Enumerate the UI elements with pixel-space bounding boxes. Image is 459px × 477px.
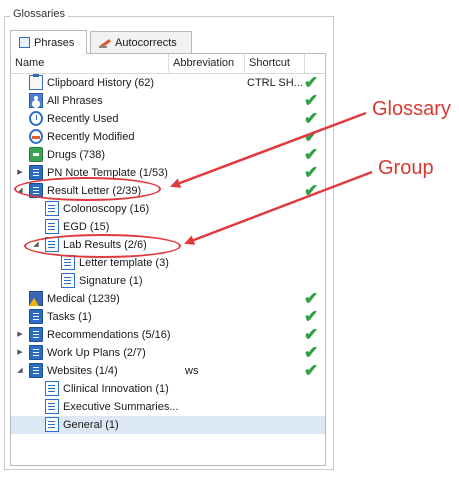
expand-arrow-icon[interactable]: ▶	[15, 164, 25, 182]
tree-row[interactable]: ▶ Work Up Plans (2/7) ✔	[11, 344, 325, 362]
group-icon	[45, 201, 59, 216]
expand-arrow-icon[interactable]: ▶	[15, 326, 25, 344]
clipboard-icon	[29, 74, 43, 90]
tree-row[interactable]: Medical (1239) ✔	[11, 290, 325, 308]
autocorrect-pencil-icon	[99, 37, 111, 49]
medical-warning-icon	[29, 291, 43, 306]
enabled-check-icon[interactable]: ✔	[304, 128, 318, 146]
enabled-check-icon[interactable]: ✔	[304, 362, 318, 380]
tab-autocorrects[interactable]: Autocorrects	[90, 31, 192, 53]
clock-icon	[29, 111, 43, 126]
glossary-icon	[29, 309, 43, 324]
enabled-check-icon[interactable]: ✔	[304, 308, 318, 326]
tree-row[interactable]: General (1)	[11, 416, 325, 434]
glossary-icon	[29, 327, 43, 342]
tree-row-label: Recently Modified	[47, 131, 135, 143]
enabled-check-icon[interactable]: ✔	[304, 344, 318, 362]
drugs-icon	[29, 147, 43, 162]
enabled-check-icon[interactable]: ✔	[304, 182, 318, 200]
glossary-highlight-ellipse	[14, 177, 161, 201]
enabled-check-icon[interactable]: ✔	[304, 92, 318, 110]
tree-row-label: Medical (1239)	[47, 293, 120, 305]
glossary-annotation-label: Glossary	[372, 98, 451, 120]
tree-row-label: Drugs (738)	[47, 149, 106, 161]
group-icon	[45, 219, 59, 234]
tree-row-label: Signature (1)	[79, 275, 143, 287]
enabled-check-icon[interactable]: ✔	[304, 110, 318, 128]
enabled-check-icon[interactable]: ✔	[304, 74, 318, 92]
abbreviation-cell: ws	[185, 365, 199, 377]
phrases-panel: Name Abbreviation Shortcut Clipboard His…	[10, 53, 326, 466]
enabled-check-icon[interactable]: ✔	[304, 146, 318, 164]
tree-row[interactable]: Recently Modified ✔	[11, 128, 325, 146]
tree-row[interactable]: Tasks (1) ✔	[11, 308, 325, 326]
tree-row[interactable]: Clipboard History (62) CTRL SH... ✔	[11, 74, 325, 92]
tree-row[interactable]: Signature (1)	[11, 272, 325, 290]
tab-phrases[interactable]: Phrases	[10, 30, 87, 54]
group-icon	[45, 381, 59, 396]
tree-row[interactable]: Letter template (3)	[11, 254, 325, 272]
tree-row-label: Recently Used	[47, 113, 119, 125]
tree-row-label: Clinical Innovation (1)	[63, 383, 169, 395]
group-annotation-label: Group	[378, 157, 434, 179]
group-icon	[61, 273, 75, 288]
tree-row[interactable]: Clinical Innovation (1)	[11, 380, 325, 398]
tree-row[interactable]: All Phrases ✔	[11, 92, 325, 110]
tree-row[interactable]: Colonoscopy (16)	[11, 200, 325, 218]
glossary-icon	[29, 165, 43, 180]
group-highlight-ellipse	[24, 234, 181, 258]
tree-row-label: All Phrases	[47, 95, 103, 107]
group-icon	[45, 417, 59, 432]
column-header-enabled[interactable]	[305, 54, 325, 73]
tab-phrases-label: Phrases	[34, 36, 75, 49]
tree-header: Name Abbreviation Shortcut	[11, 54, 325, 74]
column-header-shortcut[interactable]: Shortcut	[245, 54, 305, 73]
phrases-icon	[19, 37, 30, 48]
tree-row[interactable]: ◢ Websites (1/4) ws ✔	[11, 362, 325, 380]
column-header-name[interactable]: Name	[11, 54, 169, 73]
enabled-check-icon[interactable]: ✔	[304, 164, 318, 182]
enabled-check-icon[interactable]: ✔	[304, 326, 318, 344]
tree-row-label: Clipboard History (62)	[47, 77, 154, 89]
all-phrases-icon	[29, 93, 43, 108]
tree-row[interactable]: Recently Used ✔	[11, 110, 325, 128]
glossary-icon	[29, 363, 43, 378]
tree-row[interactable]: Drugs (738) ✔	[11, 146, 325, 164]
tree-row-label: General (1)	[63, 419, 119, 431]
tab-autocorrects-label: Autocorrects	[115, 36, 177, 49]
tree-row-label: Executive Summaries...	[63, 401, 179, 413]
tree-row-label: Colonoscopy (16)	[63, 203, 150, 215]
expand-arrow-icon[interactable]: ▶	[15, 344, 25, 362]
tree-row[interactable]: Executive Summaries...	[11, 398, 325, 416]
tree-row[interactable]: EGD (15)	[11, 218, 325, 236]
enabled-check-icon[interactable]: ✔	[304, 290, 318, 308]
collapse-arrow-icon[interactable]: ◢	[15, 362, 25, 380]
shortcut-cell: CTRL SH...	[247, 77, 303, 89]
tree-row-label: Tasks (1)	[47, 311, 92, 323]
tree-row-label: Websites (1/4)	[47, 365, 118, 377]
glossary-icon	[29, 345, 43, 360]
group-icon	[61, 255, 75, 270]
glossaries-title: Glossaries	[10, 8, 68, 20]
recently-modified-icon	[29, 129, 43, 144]
tree-row-label: Recommendations (5/16)	[47, 329, 171, 341]
column-header-abbreviation[interactable]: Abbreviation	[169, 54, 245, 73]
tree-row[interactable]: ▶ Recommendations (5/16) ✔	[11, 326, 325, 344]
group-icon	[45, 399, 59, 414]
tree-row-label: Work Up Plans (2/7)	[47, 347, 146, 359]
